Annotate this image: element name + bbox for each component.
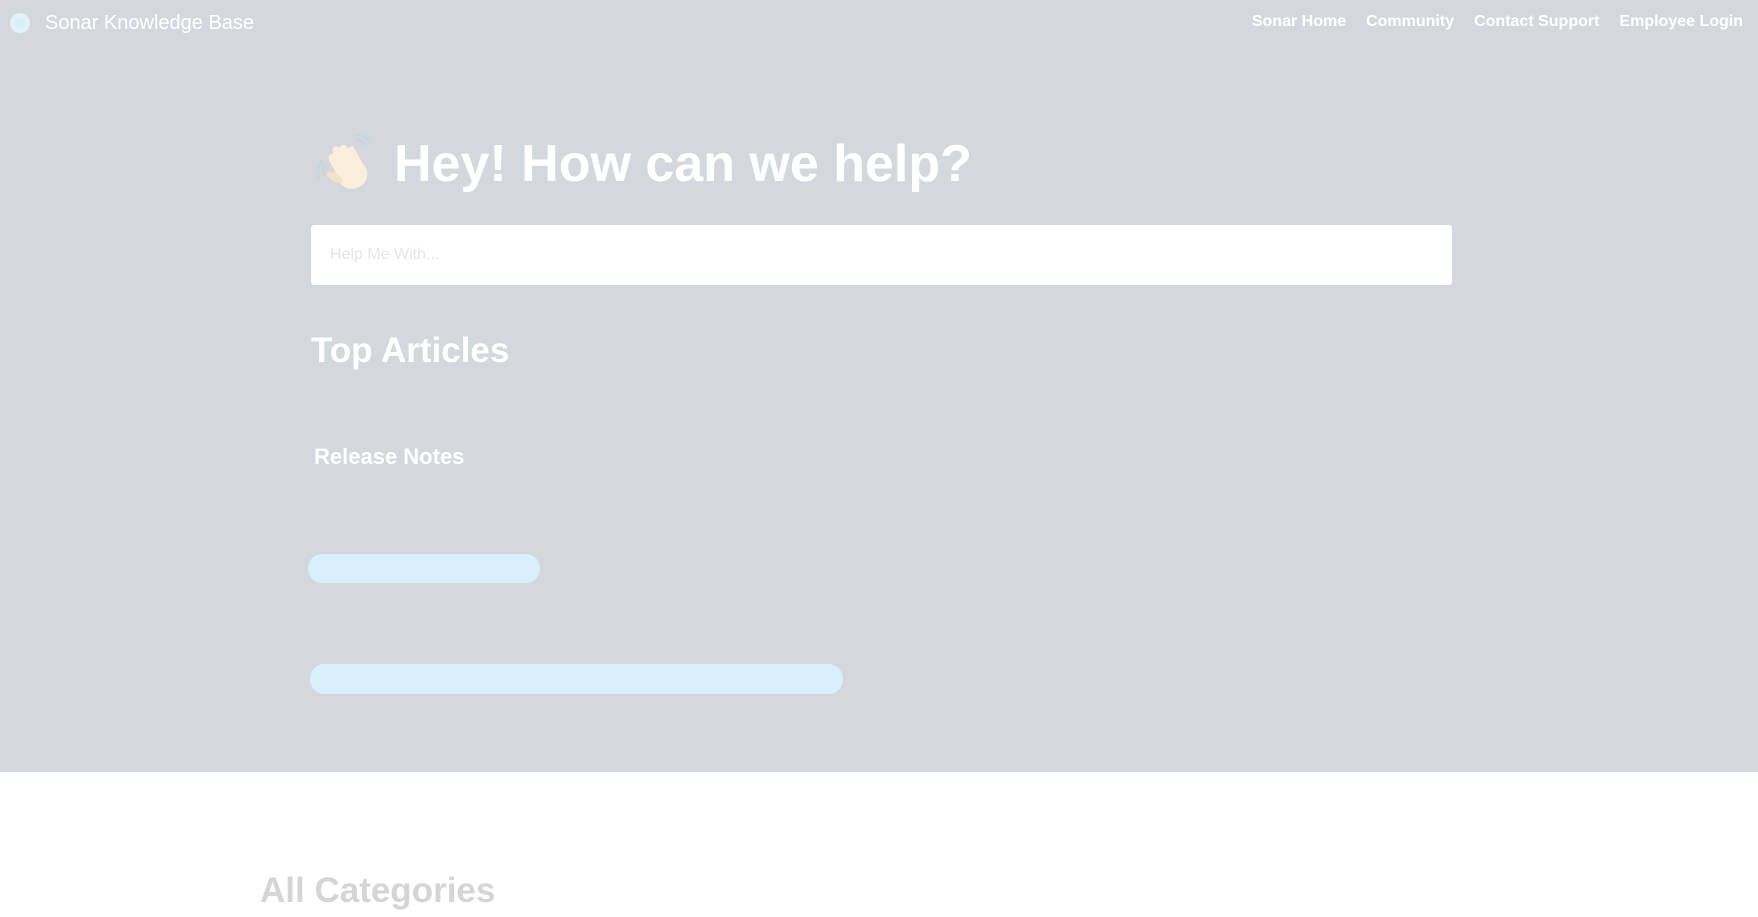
waving-hand-icon (316, 133, 376, 194)
brand-link[interactable]: Sonar Knowledge Base (10, 10, 254, 36)
nav-links: Sonar Home Community Contact Support Emp… (1252, 12, 1743, 32)
hero-section: Sonar Knowledge Base Sonar Home Communit… (0, 0, 1758, 772)
article-link-placeholder[interactable] (310, 664, 843, 694)
nav-link-employee-login[interactable]: Employee Login (1619, 12, 1743, 32)
page: Sonar Knowledge Base Sonar Home Communit… (0, 0, 1758, 917)
page-title: Hey! How can we help? (394, 135, 972, 193)
all-categories-title: All Categories (260, 871, 496, 910)
search-input[interactable] (311, 225, 1452, 285)
hero-headline: Hey! How can we help? (316, 133, 972, 195)
top-navbar: Sonar Knowledge Base Sonar Home Communit… (0, 0, 1758, 46)
release-notes-title: Release Notes (314, 444, 465, 469)
brand-name: Sonar Knowledge Base (45, 12, 255, 34)
nav-link-sonar-home[interactable]: Sonar Home (1252, 12, 1346, 32)
article-link-placeholder[interactable] (308, 554, 540, 583)
nav-link-contact-support[interactable]: Contact Support (1474, 12, 1599, 32)
top-articles-title: Top Articles (311, 331, 510, 370)
nav-link-community[interactable]: Community (1366, 12, 1454, 32)
sonar-logo-icon (10, 13, 30, 33)
